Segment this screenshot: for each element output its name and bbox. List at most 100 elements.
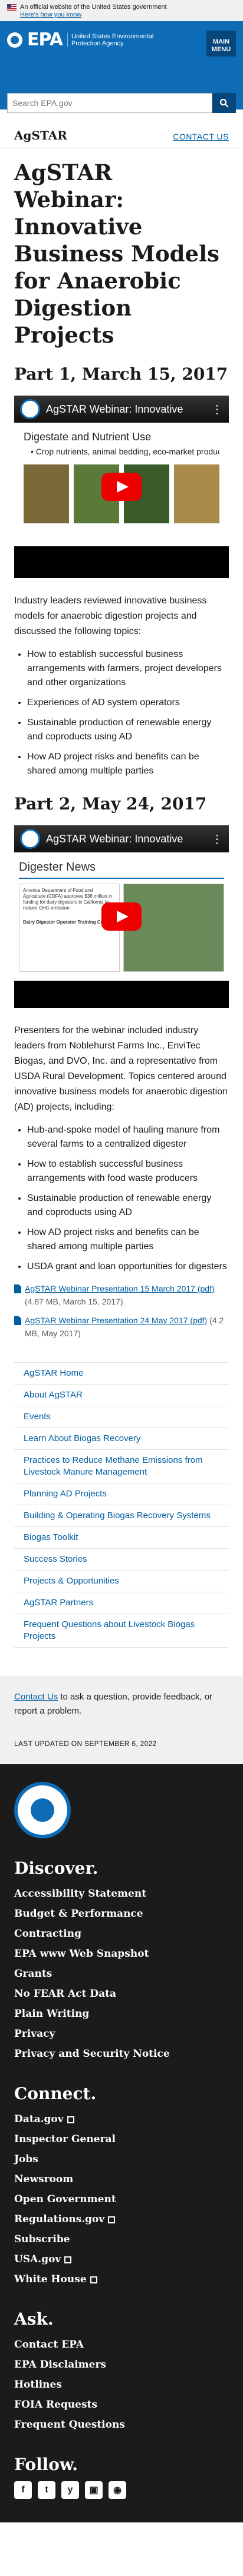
play-icon[interactable] [101,473,142,501]
footer-link[interactable]: Contracting [14,1928,81,1940]
footer-link[interactable]: Grants [14,1968,52,1980]
part2-video[interactable]: AgSTAR Webinar: Innovative ⋮ Digester Ne… [14,825,229,1008]
series-title: AgSTAR [14,128,67,142]
pdf-icon [14,1316,21,1325]
follow-heading: Follow. [14,2455,78,2474]
list-item: Experiences of AD system operators [27,696,229,710]
contact-us-feedback-link[interactable]: Contact Us [14,1692,58,1702]
epa-seal-logo[interactable] [14,1782,71,1838]
sidenav-item[interactable]: Learn About Biogas Recovery [14,1428,229,1450]
pdf-icon [14,1284,21,1293]
video-title: AgSTAR Webinar: Innovative [46,403,183,415]
play-icon[interactable] [101,902,142,931]
connect-heading: Connect. [14,2084,97,2103]
external-link-icon [90,2276,97,2283]
list-item: Hub-and-spoke model of hauling manure fr… [27,1123,229,1151]
part1-video[interactable]: AgSTAR Webinar: Innovative ⋮ Digestate a… [14,396,229,578]
part2-topics: Hub-and-spoke model of hauling manure fr… [14,1123,229,1274]
search-input[interactable] [7,93,212,113]
discover-links: Accessibility Statement Budget & Perform… [14,1884,229,2064]
slide-photo-products [174,464,219,523]
channel-logo-icon [20,399,40,419]
list-item: Sustainable production of renewable ener… [27,716,229,744]
list-item: How AD project risks and benefits can be… [27,750,229,778]
footer-link[interactable]: Privacy [14,2028,55,2040]
presentation-may-link[interactable]: AgSTAR Webinar Presentation 24 May 2017 … [25,1316,207,1325]
footer-link[interactable]: White House [14,2273,87,2285]
file-meta: (4.87 MB, March 15, 2017) [25,1297,123,1306]
sidenav-item[interactable]: Success Stories [14,1549,229,1571]
page-title: AgSTAR Webinar: Innovative Business Mode… [14,160,219,348]
facebook-icon[interactable]: f [14,2481,32,2499]
instagram-icon[interactable]: ◉ [109,2481,126,2499]
footer-link[interactable]: Jobs [14,2153,38,2165]
footer-link[interactable]: Inspector General [14,2133,116,2145]
sidenav-item[interactable]: Planning AD Projects [14,1483,229,1505]
social-links: f t y ▣ ◉ [14,2481,229,2499]
footer-link[interactable]: Accessibility Statement [14,1888,146,1900]
sidenav-item[interactable]: Building & Operating Biogas Recovery Sys… [14,1505,229,1527]
youtube-icon[interactable]: y [61,2481,79,2499]
search-button[interactable] [212,93,236,113]
series-header: AgSTAR CONTACT US [0,109,243,148]
part2-heading: Part 2, May 24, 2017 [14,794,207,814]
more-options-icon[interactable]: ⋮ [211,832,223,847]
footer-link[interactable]: No FEAR Act Data [14,1988,116,2000]
sidenav-item[interactable]: Biogas Toolkit [14,1527,229,1549]
slide-heading: Digester News [19,861,96,874]
footer-link[interactable]: Regulations.gov [14,2213,104,2225]
footer-link[interactable]: Plain Writing [14,2008,89,2020]
footer-link[interactable]: EPA www Web Snapshot [14,1948,149,1960]
footer-link[interactable]: Newsroom [14,2173,73,2185]
download-item: AgSTAR Webinar Presentation 15 March 201… [14,1282,229,1308]
external-link-icon [67,2116,74,2123]
footer-link[interactable]: Data.gov [14,2113,64,2125]
presentation-downloads: AgSTAR Webinar Presentation 15 March 201… [14,1282,229,1340]
list-item: Sustainable production of renewable ener… [27,1191,229,1220]
sidenav-item[interactable]: Projects & Opportunities [14,1571,229,1592]
list-item: How to establish successful business arr… [27,1157,229,1186]
footer-link[interactable]: Open Government [14,2193,116,2205]
contact-us-link[interactable]: CONTACT US [173,132,229,141]
epa-wordmark: EPA [27,29,63,50]
sidenav-item[interactable]: Practices to Reduce Methane Emissions fr… [14,1450,229,1483]
footer-link[interactable]: Privacy and Security Notice [14,2048,170,2060]
list-item: How to establish successful business arr… [27,648,229,690]
gov-banner-text: An official website of the United States… [20,4,167,11]
heres-how-you-know-link[interactable]: Here's how you know [20,11,81,18]
more-options-icon[interactable]: ⋮ [211,402,223,417]
main-menu-button[interactable]: MAIN MENU [206,31,236,57]
footer-link[interactable]: Hotlines [14,2379,62,2391]
search-form [7,93,236,113]
sidenav-item[interactable]: About AgSTAR [14,1385,229,1406]
footer-link[interactable]: Contact EPA [14,2339,84,2351]
discover-heading: Discover. [14,1858,98,1878]
part1-heading: Part 1, March 15, 2017 [14,364,228,384]
sidenav-item[interactable]: Frequent Questions about Livestock Bioga… [14,1614,229,1648]
sidenav-item[interactable]: AgSTAR Partners [14,1592,229,1614]
main-content: AgSTAR Webinar: Innovative Business Mode… [0,159,243,1648]
ask-links: Contact EPA EPA Disclaimers Hotlines FOI… [14,2335,229,2435]
part2-intro: Presenters for the webinar included indu… [14,1025,228,1112]
footer-link[interactable]: Subscribe [14,2233,70,2245]
part1-topics: How to establish successful business arr… [14,648,229,778]
twitter-icon[interactable]: t [38,2481,55,2499]
presentation-march-link[interactable]: AgSTAR Webinar Presentation 15 March 201… [25,1284,215,1293]
footer-link[interactable]: Frequent Questions [14,2419,125,2431]
sidenav-item[interactable]: AgSTAR Home [14,1363,229,1385]
footer-link[interactable]: Budget & Performance [14,1908,143,1920]
flickr-icon[interactable]: ▣ [85,2481,103,2499]
download-item: AgSTAR Webinar Presentation 24 May 2017 … [14,1314,229,1340]
epa-logo[interactable]: EPA United States Environmental Protecti… [7,29,236,50]
last-updated: LAST UPDATED ON SEPTEMBER 6, 2022 [0,1729,243,1764]
footer-link[interactable]: USA.gov [14,2253,61,2265]
site-footer: Discover. Accessibility Statement Budget… [0,1764,243,2522]
footer-link[interactable]: EPA Disclaimers [14,2359,106,2371]
footer-link[interactable]: FOIA Requests [14,2399,97,2411]
sidenav-item[interactable]: Events [14,1406,229,1428]
side-navigation: AgSTAR Home About AgSTAR Events Learn Ab… [14,1362,229,1648]
slide-photo-compost [24,464,69,523]
part1-intro: Industry leaders reviewed innovative bus… [14,596,207,636]
slide-heading: Digestate and Nutrient Use [24,431,152,443]
video-title-bar: AgSTAR Webinar: Innovative ⋮ [14,396,229,423]
